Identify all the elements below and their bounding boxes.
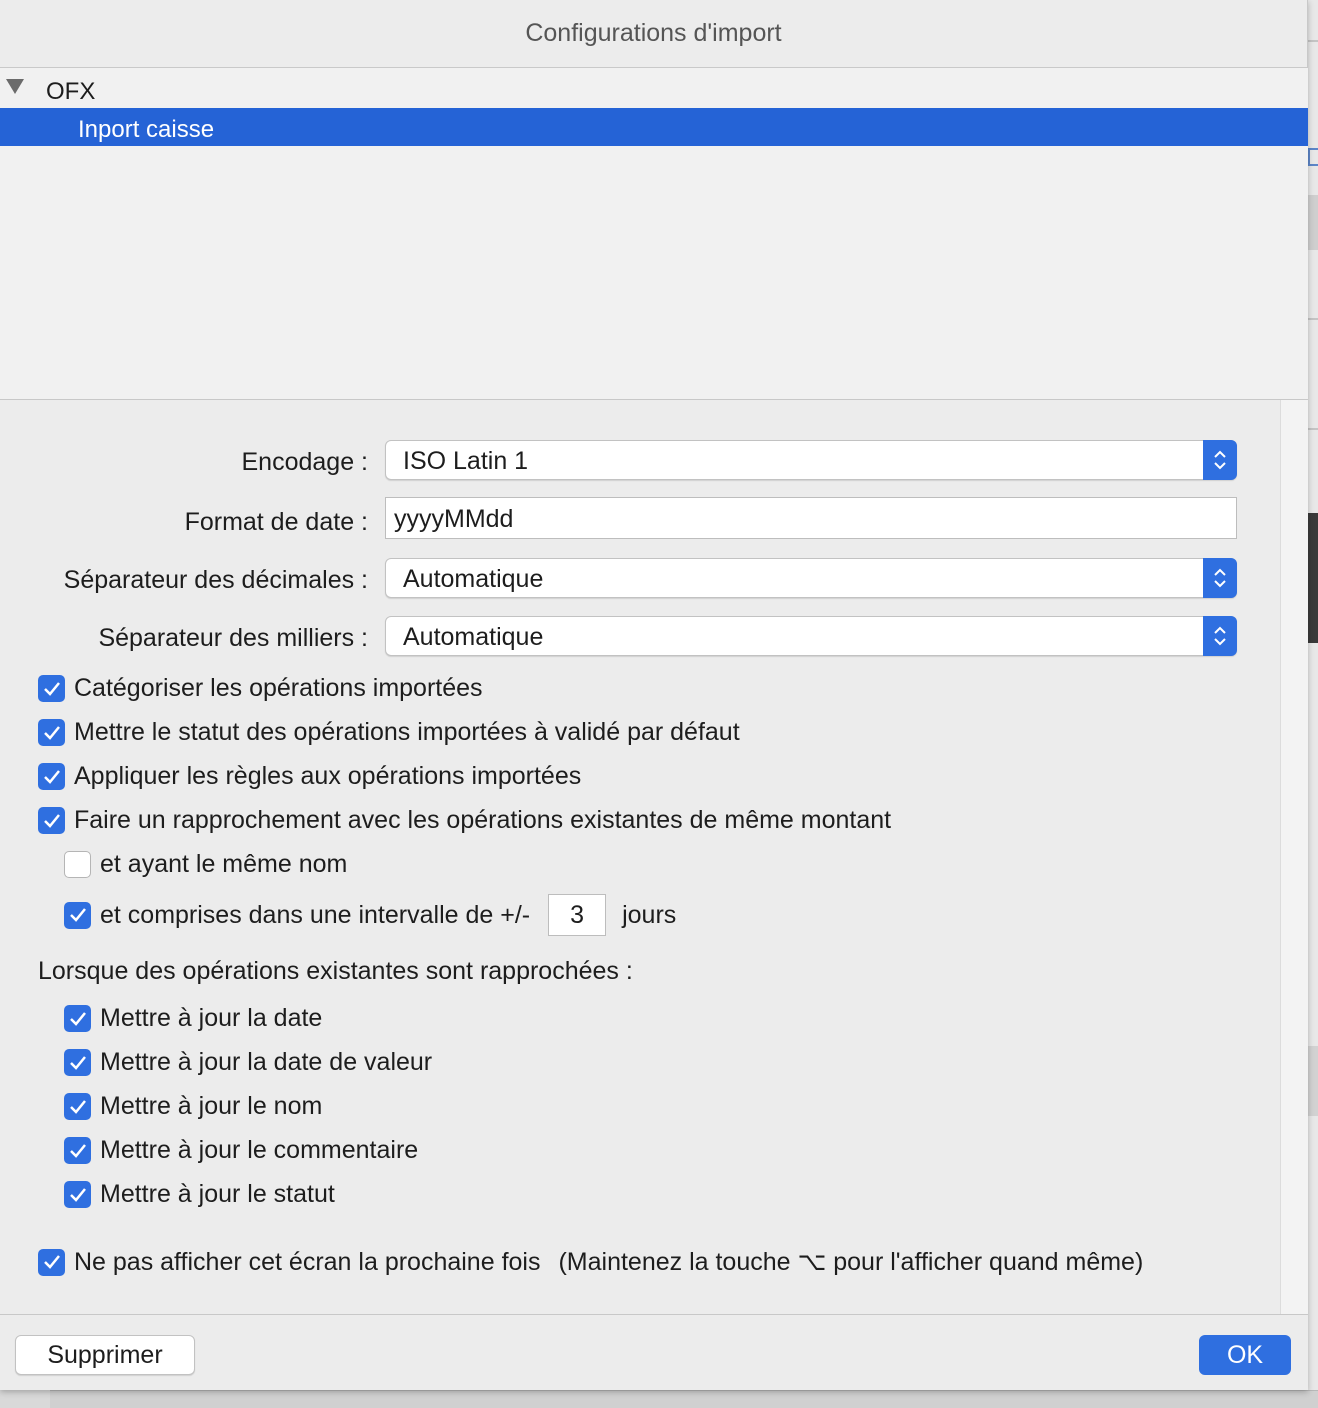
option-label: Mettre à jour le nom — [100, 1092, 323, 1120]
checkbox-checked-icon[interactable] — [64, 1181, 91, 1208]
option-label: et ayant le même nom — [100, 850, 348, 878]
config-tree[interactable]: OFX Inport caisse — [0, 68, 1308, 400]
checkbox-checked-icon[interactable] — [38, 719, 65, 746]
checkbox-checked-icon[interactable] — [64, 1093, 91, 1120]
update-status-option[interactable]: Mettre à jour le statut — [64, 1180, 335, 1209]
option-label: Ne pas afficher cet écran la prochaine f… — [74, 1247, 541, 1276]
option-label: Mettre à jour la date de valeur — [100, 1048, 433, 1076]
checkbox-unchecked-icon[interactable] — [64, 851, 91, 878]
option-label: et comprises dans une intervalle de +/- — [100, 900, 531, 929]
tree-item-label: Inport caisse — [78, 116, 215, 143]
popup-chevrons-icon — [1203, 440, 1237, 480]
thousands-separator-value: Automatique — [403, 623, 544, 651]
scrollbar-track — [1280, 400, 1308, 1314]
checkbox-checked-icon[interactable] — [64, 1049, 91, 1076]
import-config-dialog: Configurations d'import OFX Inport caiss… — [0, 0, 1308, 1390]
option-label: Mettre le statut des opérations importée… — [74, 718, 740, 746]
popup-chevrons-icon — [1203, 616, 1237, 656]
background-window-bottom — [50, 1390, 1318, 1408]
update-value-date-option[interactable]: Mettre à jour la date de valeur — [64, 1048, 432, 1077]
option-label: Catégoriser les opérations importées — [74, 674, 483, 702]
option-categorize[interactable]: Catégoriser les opérations importées — [38, 674, 483, 703]
checkbox-checked-icon[interactable] — [64, 901, 91, 929]
window-title: Configurations d'import — [0, 0, 1307, 68]
option-key-hint: (Maintenez la touche ⌥ pour l'afficher q… — [558, 1248, 1144, 1276]
tree-group-ofx[interactable]: OFX — [0, 74, 1308, 110]
interval-days-field[interactable]: 3 — [548, 894, 607, 936]
date-format-value: yyyyMMdd — [394, 505, 514, 533]
date-format-label: Format de date : — [184, 508, 368, 536]
encoding-label: Encodage : — [241, 448, 369, 476]
interval-unit-label: jours — [622, 900, 677, 929]
disclosure-triangle-icon[interactable] — [6, 79, 24, 94]
decimal-separator-popup[interactable]: Automatique — [385, 558, 1237, 598]
popup-chevrons-icon — [1203, 558, 1237, 598]
option-label: Mettre à jour le commentaire — [100, 1136, 419, 1164]
date-format-field[interactable]: yyyyMMdd — [385, 497, 1237, 539]
checkbox-checked-icon[interactable] — [64, 1005, 91, 1032]
on-match-section-label: Lorsque des opérations existantes sont r… — [38, 957, 633, 985]
delete-button[interactable]: Supprimer — [15, 1335, 195, 1375]
config-form: Encodage : ISO Latin 1 Format de date : … — [0, 400, 1280, 1314]
option-reconcile[interactable]: Faire un rapprochement avec les opératio… — [38, 806, 891, 835]
update-comment-option[interactable]: Mettre à jour le commentaire — [64, 1136, 418, 1165]
option-date-interval[interactable]: et comprises dans une intervalle de +/- … — [64, 894, 676, 936]
option-apply-rules[interactable]: Appliquer les règles aux opérations impo… — [38, 762, 581, 791]
update-date-option[interactable]: Mettre à jour la date — [64, 1004, 322, 1033]
dont-show-again-option[interactable]: Ne pas afficher cet écran la prochaine f… — [38, 1247, 1143, 1277]
update-name-option[interactable]: Mettre à jour le nom — [64, 1092, 322, 1121]
checkbox-checked-icon[interactable] — [64, 1137, 91, 1164]
option-default-validated[interactable]: Mettre le statut des opérations importée… — [38, 718, 740, 747]
encoding-value: ISO Latin 1 — [403, 447, 529, 475]
tree-item-selected[interactable]: Inport caisse — [0, 108, 1308, 146]
option-same-name[interactable]: et ayant le même nom — [64, 850, 347, 879]
option-label: Mettre à jour la date — [100, 1004, 323, 1032]
ok-button[interactable]: OK — [1199, 1335, 1291, 1375]
option-label: Mettre à jour le statut — [100, 1180, 335, 1208]
thousands-separator-label: Séparateur des milliers : — [98, 624, 368, 652]
option-label: Appliquer les règles aux opérations impo… — [74, 762, 582, 790]
checkbox-checked-icon[interactable] — [38, 675, 65, 702]
dialog-footer: Supprimer OK — [0, 1314, 1308, 1390]
checkbox-checked-icon[interactable] — [38, 1248, 65, 1276]
checkbox-checked-icon[interactable] — [38, 807, 65, 834]
decimal-separator-value: Automatique — [403, 565, 544, 593]
encoding-popup[interactable]: ISO Latin 1 — [385, 440, 1237, 480]
checkbox-checked-icon[interactable] — [38, 763, 65, 790]
thousands-separator-popup[interactable]: Automatique — [385, 616, 1237, 656]
option-label: Faire un rapprochement avec les opératio… — [74, 806, 892, 834]
tree-group-label: OFX — [46, 78, 96, 105]
background-window-edge — [1308, 0, 1318, 1408]
decimal-separator-label: Séparateur des décimales : — [63, 566, 368, 594]
